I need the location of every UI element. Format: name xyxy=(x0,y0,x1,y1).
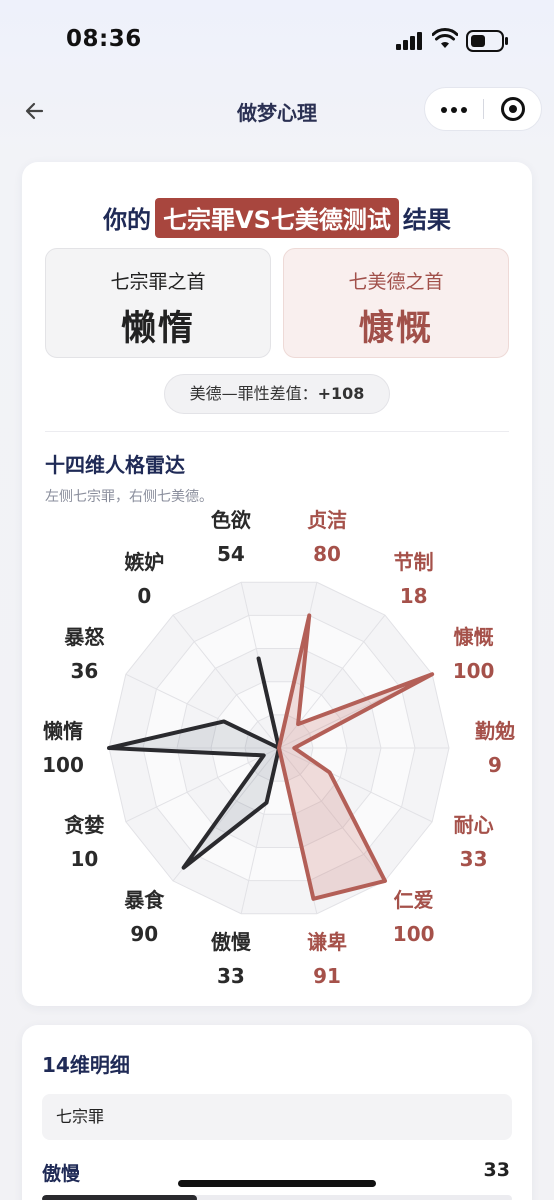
detail-row-progress xyxy=(42,1195,512,1200)
radar-label-value: 100 xyxy=(42,753,84,777)
radar-label-virtue-1: 节制 18 xyxy=(379,545,449,613)
radar-label-virtue-3: 勤勉 9 xyxy=(460,714,530,782)
status-time: 08:36 xyxy=(66,26,142,52)
radar-label-value: 9 xyxy=(488,753,502,777)
radar-label-value: 90 xyxy=(130,921,159,946)
radar-label-name: 懒惰 xyxy=(43,719,83,743)
group-header-sins: 七宗罪 xyxy=(42,1094,512,1140)
radar-title: 十四维人格雷达 xyxy=(45,453,185,477)
detail-row-name: 傲慢 xyxy=(42,1163,81,1185)
top-sin-box: 七宗罪之首 懒惰 xyxy=(45,248,271,358)
detail-row-progress-fill xyxy=(42,1195,198,1200)
radar-label-value: 54 xyxy=(217,542,245,567)
radar-label-virtue-2: 慷慨 100 xyxy=(439,620,509,688)
diff-label: 美德—罪性差值： xyxy=(189,384,318,403)
close-miniapp-button[interactable] xyxy=(484,88,542,130)
score-difference-badge: 美德—罪性差值：+108 xyxy=(164,374,390,414)
radar-label-name: 慷慨 xyxy=(453,625,494,650)
radar-subtitle: 左侧七宗罪，右侧七美德。 xyxy=(45,489,213,505)
radar-label-virtue-0: 贞洁 80 xyxy=(292,503,362,571)
wifi-icon xyxy=(432,28,458,48)
radar-label-name: 贪婪 xyxy=(64,812,105,837)
result-title-suffix: 结果 xyxy=(402,206,451,234)
radar-label-virtue-4: 耐心 33 xyxy=(439,808,509,876)
top-virtue-value: 慷慨 xyxy=(358,309,433,349)
radar-label-name: 节制 xyxy=(393,550,434,575)
radar-label-sin-12: 嫉妒 0 xyxy=(109,545,179,613)
radar-label-value: 36 xyxy=(70,659,99,684)
detail-card: 14维明细 七宗罪 傲慢 33 xyxy=(22,1025,532,1200)
more-options-button[interactable] xyxy=(425,88,483,130)
radar-label-value: 100 xyxy=(392,921,435,946)
radar-label-name: 耐心 xyxy=(453,812,494,837)
radar-label-name: 勤勉 xyxy=(475,719,515,743)
result-card: 你的 七宗罪VS七美德测试 结果 七宗罪之首 懒惰 七美德之首 慷慨 美德—罪性差值… xyxy=(22,162,532,1006)
home-indicator xyxy=(178,1180,376,1187)
cellular-signal-icon xyxy=(396,32,422,50)
radar-label-name: 仁爱 xyxy=(393,887,434,912)
radar-label-name: 色欲 xyxy=(210,508,251,533)
radar-label-value: 33 xyxy=(217,963,245,988)
detail-title: 14维明细 xyxy=(42,1053,130,1077)
radar-label-virtue-6: 谦卑 91 xyxy=(292,925,362,993)
radar-label-name: 谦卑 xyxy=(307,929,348,954)
radar-label-name: 嫉妒 xyxy=(124,550,165,575)
status-bar: 08:36 xyxy=(0,0,554,84)
radar-label-virtue-5: 仁爱 100 xyxy=(379,883,449,951)
radar-label-value: 91 xyxy=(313,963,341,988)
radar-svg xyxy=(107,581,450,915)
result-title: 你的 七宗罪VS七美德测试 结果 xyxy=(22,198,532,238)
radar-label-name: 暴怒 xyxy=(64,625,105,650)
radar-chart: 贞洁 80 节制 18 慷慨 100 勤勉 9 耐心 33 仁爱 100 谦卑 91 傲慢 33 暴食 90 贪婪 1… xyxy=(22,508,532,987)
nav-bar: 做梦心理 xyxy=(0,84,554,140)
radar-label-name: 暴食 xyxy=(124,887,165,912)
battery-icon xyxy=(466,30,508,52)
top-virtue-label: 七美德之首 xyxy=(348,271,444,293)
top-sin-label: 七宗罪之首 xyxy=(110,271,206,293)
radar-label-name: 傲慢 xyxy=(210,929,251,954)
result-title-prefix: 你的 xyxy=(103,206,152,234)
radar-label-value: 0 xyxy=(137,584,152,609)
result-title-highlight: 七宗罪VS七美德测试 xyxy=(155,198,399,238)
top-virtue-box: 七美德之首 慷慨 xyxy=(283,248,509,358)
top-sin-value: 懒惰 xyxy=(120,309,195,349)
radar-label-sin-13: 色欲 54 xyxy=(196,503,266,571)
radar-label-value: 33 xyxy=(459,846,488,871)
radar-label-value: 10 xyxy=(70,846,99,871)
radar-label-name: 贞洁 xyxy=(307,508,348,533)
diff-value: +108 xyxy=(317,384,365,403)
detail-row-value: 33 xyxy=(483,1159,510,1181)
radar-label-sin-11: 暴怒 36 xyxy=(49,620,119,688)
radar-label-value: 80 xyxy=(313,542,341,567)
radar-label-sin-9: 贪婪 10 xyxy=(49,808,119,876)
radar-label-sin-8: 暴食 90 xyxy=(109,883,179,951)
radar-label-value: 100 xyxy=(452,659,495,684)
divider xyxy=(45,431,509,432)
radar-label-sin-7: 傲慢 33 xyxy=(196,925,266,993)
miniapp-capsule xyxy=(424,87,542,131)
radar-label-value: 18 xyxy=(399,584,428,609)
radar-label-sin-10: 懒惰 100 xyxy=(28,714,98,782)
